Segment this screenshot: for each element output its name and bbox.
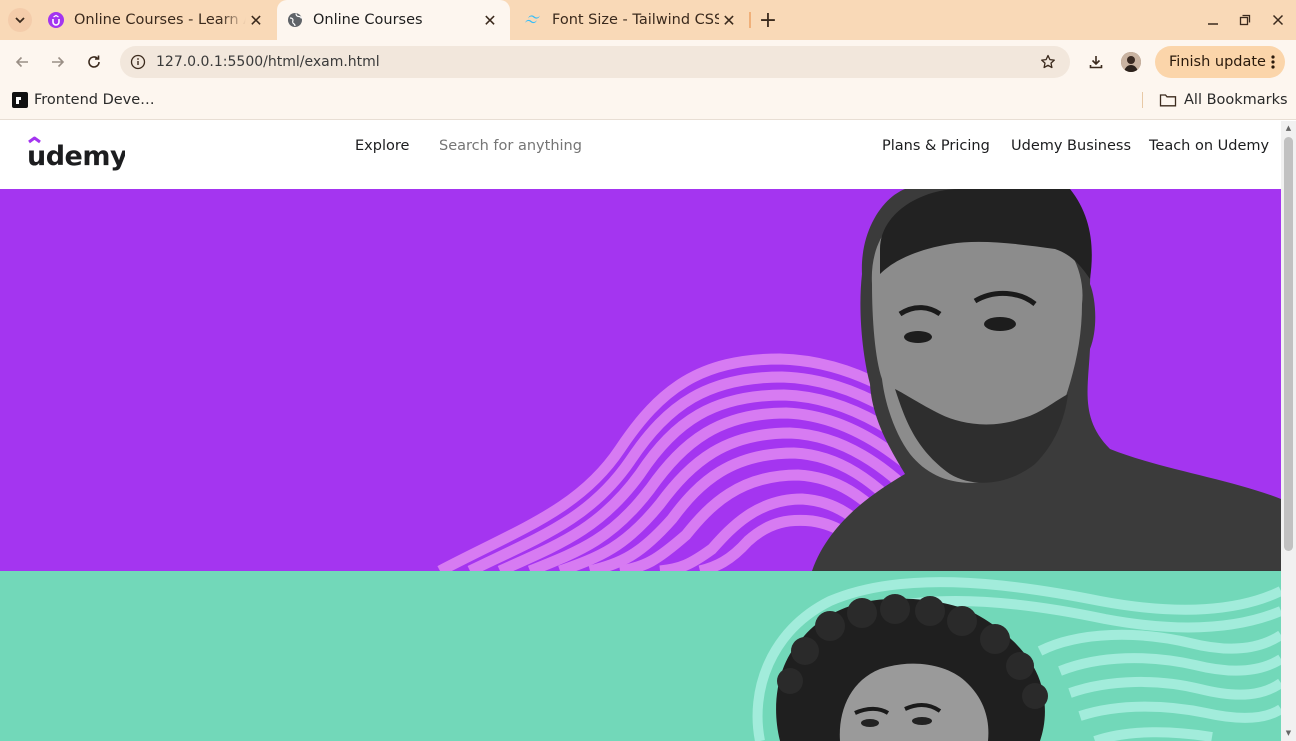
more-vert-icon[interactable] — [1271, 55, 1275, 69]
site-header: udemy Explore Plans & Pricing Udemy Busi… — [0, 121, 1281, 189]
tab-title: Online Courses - Learn Anything — [74, 12, 246, 28]
nav-udemy-business[interactable]: Udemy Business — [1011, 138, 1131, 154]
close-icon[interactable]: ✕ — [480, 10, 500, 30]
maximize-icon — [1239, 14, 1251, 26]
forward-button[interactable] — [46, 50, 70, 74]
close-icon[interactable]: ✕ — [719, 10, 739, 30]
finish-update-button[interactable]: Finish update — [1155, 46, 1285, 78]
bookmarks-bar: Frontend Deve… All Bookmarks — [0, 84, 1296, 120]
close-window-button[interactable] — [1266, 8, 1290, 32]
browser-toolbar: 127.0.0.1:5500/html/exam.html Finish upd… — [0, 40, 1296, 84]
all-bookmarks-button[interactable]: All Bookmarks — [1159, 92, 1288, 108]
tailwind-icon — [525, 15, 540, 24]
tab-online-courses[interactable]: Online Courses ✕ — [277, 0, 510, 40]
scroll-down-arrow[interactable]: ▼ — [1284, 728, 1293, 737]
scrollbar-thumb[interactable] — [1284, 137, 1293, 551]
bookmark-label: Frontend Deve… — [34, 92, 155, 108]
url-text[interactable]: 127.0.0.1:5500/html/exam.html — [156, 54, 380, 70]
tab-search-icon — [15, 17, 25, 24]
tab-search-button[interactable] — [8, 8, 32, 32]
maximize-button[interactable] — [1233, 8, 1257, 32]
download-icon — [1089, 56, 1103, 69]
udemy-favicon — [48, 12, 64, 28]
minimize-icon — [1208, 23, 1218, 25]
web-page: udemy Explore Plans & Pricing Udemy Busi… — [0, 121, 1281, 741]
nav-teach-on-udemy[interactable]: Teach on Udemy — [1149, 138, 1269, 154]
nav-plans-pricing[interactable]: Plans & Pricing — [882, 138, 990, 154]
tab-strip: Online Courses - Learn Anything ✕ Online… — [0, 0, 1296, 40]
bookmark-item[interactable]: Frontend Deve… — [12, 92, 155, 108]
bookmark-favicon — [12, 92, 28, 108]
nav-explore[interactable]: Explore — [355, 138, 409, 154]
tab-title: Font Size - Tailwind CSS — [552, 12, 719, 28]
hero-illustration — [437, 189, 1281, 571]
udemy-logo[interactable]: udemy — [27, 135, 128, 179]
download-button[interactable] — [1084, 50, 1108, 74]
folder-icon — [1159, 94, 1177, 107]
new-tab-button[interactable]: + — [757, 7, 779, 33]
forward-icon — [52, 56, 65, 68]
minimize-button[interactable] — [1201, 8, 1225, 32]
close-icon[interactable]: ✕ — [246, 10, 266, 30]
bookmarks-divider — [1142, 92, 1143, 108]
hero-banner-purple — [0, 189, 1281, 571]
scroll-up-arrow[interactable]: ▲ — [1284, 123, 1293, 132]
finish-update-label: Finish update — [1169, 54, 1266, 70]
all-bookmarks-label: All Bookmarks — [1184, 92, 1288, 108]
hero-illustration — [752, 577, 1281, 741]
close-window-icon — [1272, 14, 1284, 26]
page-scrollbar[interactable]: ▲ ▼ — [1281, 121, 1296, 741]
tab-tailwind[interactable]: Font Size - Tailwind CSS ✕ — [514, 0, 749, 40]
back-icon — [15, 56, 28, 68]
tab-separator — [749, 12, 751, 28]
globe-icon — [288, 13, 303, 27]
tab-udemy[interactable]: Online Courses - Learn Anything ✕ — [38, 0, 276, 40]
hero-banner-teal — [0, 571, 1281, 741]
reload-button[interactable] — [82, 50, 106, 74]
address-bar[interactable]: 127.0.0.1:5500/html/exam.html — [120, 46, 1070, 78]
reload-icon — [88, 55, 100, 68]
logo-text: udemy — [27, 141, 125, 172]
profile-avatar[interactable] — [1121, 52, 1141, 72]
star-icon[interactable] — [1040, 54, 1056, 70]
back-button[interactable] — [10, 50, 34, 74]
search-input[interactable] — [439, 138, 699, 154]
tab-title: Online Courses — [313, 12, 423, 28]
site-info-icon[interactable] — [130, 54, 146, 70]
plus-icon: + — [758, 7, 778, 33]
